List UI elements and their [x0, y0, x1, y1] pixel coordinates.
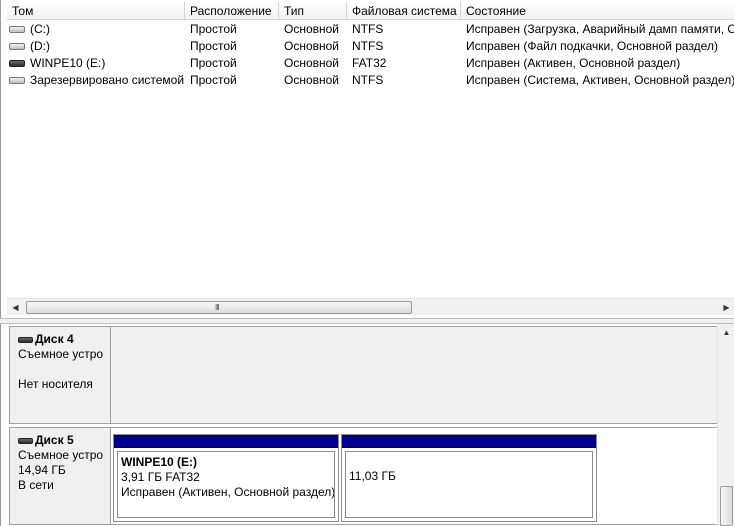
location-cell: Простой — [190, 22, 237, 36]
column-header-filesystem[interactable]: Файловая система — [347, 2, 461, 20]
disk-size — [18, 362, 110, 377]
state-cell: Исправен (Активен, Основной раздел) — [466, 56, 681, 70]
scroll-up-arrow-icon[interactable]: ▲ — [718, 324, 734, 341]
disk-title: Диск 5 — [18, 433, 110, 448]
volume-row-e[interactable]: WINPE10 (E:) Простой Основной FAT32 Испр… — [7, 55, 734, 72]
removable-disk-icon — [18, 336, 33, 343]
volume-cell: Зарезервировано системой — [7, 72, 185, 89]
disk-4-area — [111, 326, 717, 424]
disk-name: Диск 5 — [35, 433, 74, 447]
disk-size: 14,94 ГБ — [18, 463, 66, 477]
partition-bar — [342, 435, 596, 448]
volume-name: Зарезервировано системой — [30, 73, 185, 87]
hard-drive-icon — [9, 43, 25, 50]
partition-size-fs: 3,91 ГБ FAT32 — [121, 470, 200, 484]
removable-disk-icon — [18, 437, 33, 444]
partition-unallocated[interactable]: 11,03 ГБ — [341, 434, 597, 522]
disk-kind: Съемное устро — [18, 448, 104, 462]
scroll-left-arrow-icon[interactable]: ◀ — [7, 299, 24, 316]
vertical-scroll-thumb[interactable] — [720, 486, 733, 526]
location-cell: Простой — [190, 56, 237, 70]
volume-cell: (C:) — [7, 21, 185, 38]
volume-row-reserved[interactable]: Зарезервировано системой Простой Основно… — [7, 72, 734, 89]
vertical-scrollbar[interactable]: ▲ — [717, 324, 734, 526]
partition-state: Исправен (Активен, Основной раздел) — [121, 485, 335, 499]
partition-size: 11,03 ГБ — [349, 469, 396, 483]
volume-name: WINPE10 (E:) — [30, 56, 106, 70]
volume-name: (D:) — [30, 39, 50, 53]
partition-name: WINPE10 (E:) — [121, 455, 198, 469]
disk-graphical-pane: Диск 4 Съемное устро Нет носителя Диск 5… — [0, 324, 734, 526]
location-cell: Простой — [190, 39, 237, 53]
type-cell: Основной — [284, 56, 340, 70]
usb-drive-icon — [9, 60, 25, 67]
disk-5-label[interactable]: Диск 5 Съемное устро 14,94 ГБ В сети — [9, 427, 111, 525]
disk-4-label[interactable]: Диск 4 Съемное устро Нет носителя — [9, 326, 111, 424]
volume-row-c[interactable]: (C:) Простой Основной NTFS Исправен (Заг… — [7, 21, 734, 38]
disk-name: Диск 4 — [35, 332, 74, 346]
location-cell: Простой — [190, 73, 237, 87]
partition-winpe10[interactable]: WINPE10 (E:) 3,91 ГБ FAT32 Исправен (Акт… — [113, 434, 339, 522]
scroll-right-arrow-icon[interactable]: ▶ — [718, 299, 734, 316]
disk-kind: Съемное устро — [18, 347, 104, 361]
horizontal-scroll-thumb[interactable]: III — [26, 301, 412, 314]
state-cell: Исправен (Файл подкачки, Основной раздел… — [466, 39, 718, 53]
volume-cell: WINPE10 (E:) — [7, 55, 185, 72]
partition-body: 11,03 ГБ — [345, 451, 593, 518]
filesystem-cell: NTFS — [352, 39, 384, 53]
horizontal-scrollbar[interactable]: ◀ III ▶ — [7, 298, 734, 315]
state-cell: Исправен (Загрузка, Аварийный дамп памят… — [466, 22, 734, 36]
type-cell: Основной — [284, 39, 340, 53]
column-header-location[interactable]: Расположение — [185, 2, 279, 20]
type-cell: Основной — [284, 73, 340, 87]
volume-cell: (D:) — [7, 38, 185, 55]
filesystem-cell: NTFS — [352, 73, 384, 87]
disk-status: В сети — [18, 478, 54, 492]
disk-5-area: WINPE10 (E:) 3,91 ГБ FAT32 Исправен (Акт… — [111, 427, 717, 525]
volume-list-rows: (C:) Простой Основной NTFS Исправен (Заг… — [7, 21, 734, 89]
column-header-type[interactable]: Тип — [279, 2, 347, 20]
partition-body: WINPE10 (E:) 3,91 ГБ FAT32 Исправен (Акт… — [117, 451, 335, 518]
column-header-volume[interactable]: Том — [7, 2, 185, 20]
volume-list-pane: Том Расположение Тип Файловая система Со… — [0, 0, 734, 318]
disk-title: Диск 4 — [18, 332, 110, 347]
filesystem-cell: FAT32 — [352, 56, 387, 70]
column-header-state[interactable]: Состояние — [461, 2, 734, 20]
volume-list-header: Том Расположение Тип Файловая система Со… — [7, 2, 734, 20]
scroll-grip-icon: III — [215, 303, 220, 312]
filesystem-cell: NTFS — [352, 22, 384, 36]
hard-drive-icon — [9, 77, 25, 84]
volume-row-d[interactable]: (D:) Простой Основной NTFS Исправен (Фай… — [7, 38, 734, 55]
volume-name: (C:) — [30, 22, 50, 36]
disk-status: Нет носителя — [18, 377, 93, 391]
state-cell: Исправен (Система, Активен, Основной раз… — [466, 73, 734, 87]
partition-bar — [114, 435, 338, 448]
hard-drive-icon — [9, 26, 25, 33]
type-cell: Основной — [284, 22, 340, 36]
